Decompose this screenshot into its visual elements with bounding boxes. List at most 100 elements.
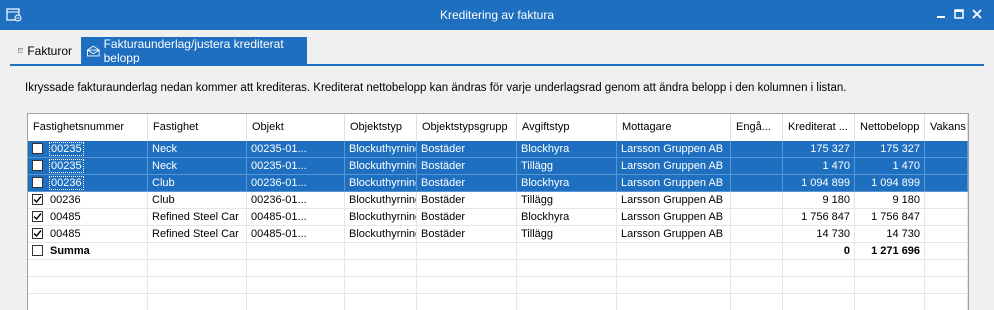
maximize-icon <box>954 9 964 19</box>
table-cell: Tillägg <box>517 192 617 209</box>
column-header[interactable]: Objektstypsgrupp <box>417 114 517 141</box>
table-cell <box>731 192 783 209</box>
table-cell <box>417 243 517 260</box>
checkmark-icon <box>33 230 42 238</box>
table-cell: Larsson Gruppen AB <box>617 141 731 158</box>
table-cell: Larsson Gruppen AB <box>617 158 731 175</box>
table-row[interactable]: 00235Neck00235-01...Blockuthyrning s...B… <box>28 141 968 158</box>
table-cell[interactable]: 175 327 <box>783 141 855 158</box>
table-cell: Blockuthyrning s... <box>345 226 417 243</box>
empty-row[interactable] <box>28 294 968 310</box>
close-button[interactable] <box>970 8 984 22</box>
table-cell: Blockhyra <box>517 175 617 192</box>
table-cell: Bostäder <box>417 226 517 243</box>
tab-label: Fakturaunderlag/justera krediterat belop… <box>103 36 284 65</box>
table-cell <box>855 277 925 294</box>
checkbox-checked[interactable] <box>32 194 43 205</box>
checkbox-checked[interactable] <box>32 211 43 222</box>
tab-strip: Fakturor Fakturaunderlag/justera kredite… <box>0 30 994 66</box>
minimize-button[interactable] <box>934 8 948 22</box>
table-cell: Tillägg <box>517 226 617 243</box>
table-cell[interactable]: 1 470 <box>783 158 855 175</box>
table-row[interactable]: 00485 Refined Steel Car 00485-01... Blockut… <box>28 209 968 226</box>
table-cell <box>925 141 968 158</box>
tab-fakturor[interactable]: Fakturor <box>12 37 78 64</box>
close-icon <box>972 9 982 19</box>
empty-row[interactable] <box>28 260 968 277</box>
credit-lines-table[interactable]: Fastighetsnummer Fastighet Objekt Objektsty… <box>27 113 969 310</box>
table-cell <box>617 294 731 310</box>
column-header[interactable]: Nettobelopp <box>855 114 925 141</box>
maximize-button[interactable] <box>952 8 966 22</box>
column-header[interactable]: Objekt <box>247 114 345 141</box>
column-header[interactable]: Avgiftstyp <box>517 114 617 141</box>
table-cell <box>28 277 148 294</box>
table-cell: Club <box>148 175 247 192</box>
checkbox-unchecked[interactable] <box>32 245 43 256</box>
table-row[interactable]: 00235Neck00235-01...Blockuthyrning s...B… <box>28 158 968 175</box>
table-cell: 175 327 <box>855 141 925 158</box>
table-cell <box>731 243 783 260</box>
table-cell <box>855 294 925 310</box>
checkbox-unchecked[interactable] <box>32 177 43 188</box>
cell-text: 00236 <box>50 194 81 206</box>
table-cell <box>417 277 517 294</box>
column-header[interactable]: Vakans <box>925 114 968 141</box>
column-header[interactable]: Objektstyp <box>345 114 417 141</box>
table-cell: 00236-01... <box>247 192 345 209</box>
table-cell: Neck <box>148 158 247 175</box>
table-cell <box>148 243 247 260</box>
checkbox-checked[interactable] <box>32 228 43 239</box>
table-cell <box>731 226 783 243</box>
checkbox-unchecked[interactable] <box>32 143 43 154</box>
table-cell <box>783 294 855 310</box>
table-cell <box>731 158 783 175</box>
table-cell[interactable]: 1 094 899 <box>783 175 855 192</box>
table-cell <box>247 277 345 294</box>
table-cell: 1 470 <box>855 158 925 175</box>
tab-fakturaunderlag[interactable]: Fakturaunderlag/justera krediterat belop… <box>81 36 307 65</box>
table-cell: Refined Steel Car <box>148 226 247 243</box>
table-cell: 00485-01... <box>247 226 345 243</box>
table-cell: 1 094 899 <box>855 175 925 192</box>
table-row[interactable]: 00236Club00236-01...Blockuthyrning s...B… <box>28 192 968 209</box>
table-cell: 1 756 847 <box>855 209 925 226</box>
tab-divider <box>10 64 984 66</box>
table-cell: Blockuthyrning s... <box>345 158 417 175</box>
empty-row[interactable] <box>28 277 968 294</box>
table-cell <box>517 260 617 277</box>
column-header[interactable]: Fastighet <box>148 114 247 141</box>
table-cell: Larsson Gruppen AB <box>617 192 731 209</box>
cell-text: 00485 <box>50 228 81 240</box>
column-header[interactable]: Mottagare <box>617 114 731 141</box>
table-cell: 0 <box>783 243 855 260</box>
table-cell: Larsson Gruppen AB <box>617 209 731 226</box>
column-header[interactable]: Krediterat ... <box>783 114 855 141</box>
table-cell <box>925 294 968 310</box>
table-row[interactable]: 00236Club00236-01...Blockuthyrning s...B… <box>28 175 968 192</box>
table-cell: 00236 <box>28 192 148 209</box>
table-cell <box>783 260 855 277</box>
checkbox-unchecked[interactable] <box>32 160 43 171</box>
minimize-icon <box>937 16 945 18</box>
table-cell: 00235 <box>28 158 148 175</box>
table-cell: 14 730 <box>855 226 925 243</box>
table-cell: 9 180 <box>855 192 925 209</box>
table-cell[interactable]: 9 180 <box>783 192 855 209</box>
table-cell <box>345 243 417 260</box>
column-header[interactable]: Fastighetsnummer <box>28 114 148 141</box>
table-cell[interactable]: 1 756 847 <box>783 209 855 226</box>
table-cell <box>28 260 148 277</box>
table-cell <box>925 158 968 175</box>
table-cell <box>731 294 783 310</box>
table-cell: 00235-01... <box>247 141 345 158</box>
column-header[interactable]: Engå... <box>731 114 783 141</box>
table-cell[interactable]: 14 730 <box>783 226 855 243</box>
table-cell: 00485-01... <box>247 209 345 226</box>
table-cell: Blockuthyrning s... <box>345 175 417 192</box>
table-cell <box>247 243 345 260</box>
table-cell: Club <box>148 192 247 209</box>
table-cell <box>345 260 417 277</box>
table-row[interactable]: 00485 Refined Steel Car 00485-01... Blockut… <box>28 226 968 243</box>
summary-row[interactable]: Summa 0 1 271 696 <box>28 243 968 260</box>
